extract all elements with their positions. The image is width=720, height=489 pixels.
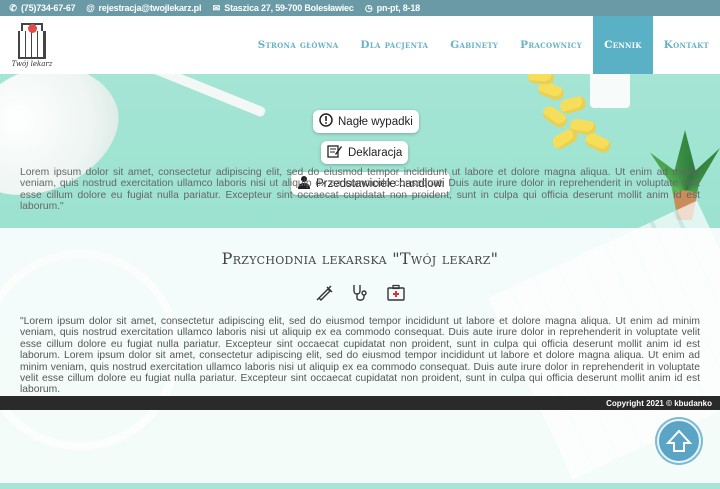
at-sign-icon: @: [86, 3, 95, 13]
declaration-button-label: Deklaracja: [348, 146, 403, 159]
first-aid-kit-icon: [385, 282, 407, 304]
nav-menu: Strona główna Dla pacjenta Gabinety Prac…: [60, 16, 720, 74]
address-text: Staszica 27, 59-700 Bolesławiec: [224, 3, 354, 13]
hospital-building-icon: [15, 22, 49, 59]
address-info: ✉ Staszica 27, 59-700 Bolesławiec: [211, 2, 354, 14]
emergency-button-label: Nagłe wypadki: [338, 115, 413, 128]
nav-item-dla-pacjenta[interactable]: Dla pacjenta: [349, 16, 439, 74]
phone-info[interactable]: ✆ (75)734-67-67: [8, 3, 75, 14]
nav-item-gabinety[interactable]: Gabinety: [439, 16, 509, 74]
copyright-text: Copyright 2021 © kbudanko: [606, 398, 712, 408]
nav-item-pracownicy[interactable]: Pracownicy: [509, 16, 593, 74]
clock-icon: ◷: [364, 2, 373, 13]
nav-item-kontakt[interactable]: Kontakt: [653, 16, 720, 74]
signature-icon: [327, 144, 343, 161]
main-navigation: Twój lekarz Strona główna Dla pacjenta G…: [0, 16, 720, 74]
syringe-icon: [313, 282, 335, 304]
hours-info: ◷ pn-pt, 8-18: [364, 3, 420, 14]
phone-icon: ✆: [9, 2, 17, 13]
page-title: Przychodnia lekarska "Twój lekarz": [221, 249, 499, 268]
logo-text: Twój lekarz: [11, 59, 53, 68]
exclamation-circle-icon: [319, 113, 333, 130]
content-panel: Przychodnia lekarska "Twój lekarz" "Lore…: [0, 228, 720, 483]
feature-icons: [0, 282, 720, 304]
arrow-up-icon: [665, 429, 693, 452]
footer-bar: Copyright 2021 © kbudanko: [0, 396, 720, 410]
pill-bottle-image: [590, 70, 630, 108]
nav-item-strona-glowna[interactable]: Strona główna: [247, 16, 350, 74]
scroll-to-top-button[interactable]: [657, 419, 701, 463]
declaration-button[interactable]: Deklaracja: [321, 141, 409, 164]
envelope-icon: ✉: [212, 2, 221, 13]
email-info[interactable]: @ rejestracja@twojlekarz.pl: [85, 3, 201, 13]
emergency-button[interactable]: Nagłe wypadki: [313, 110, 419, 133]
stethoscope-icon: [349, 282, 371, 304]
intro-paragraph-continued: Lorem ipsum dolor sit amet, consectetur …: [20, 167, 700, 213]
phone-text: (75)734-67-67: [21, 3, 76, 13]
site-logo[interactable]: Twój lekarz: [0, 16, 60, 74]
nav-item-cennik[interactable]: Cennik: [593, 16, 653, 74]
intro-paragraph: "Lorem ipsum dolor sit amet, consectetur…: [20, 316, 700, 396]
contact-info-bar: ✆ (75)734-67-67 @ rejestracja@twojlekarz…: [0, 0, 720, 16]
email-text: rejestracja@twojlekarz.pl: [98, 3, 202, 13]
hours-text: pn-pt, 8-18: [376, 3, 421, 13]
